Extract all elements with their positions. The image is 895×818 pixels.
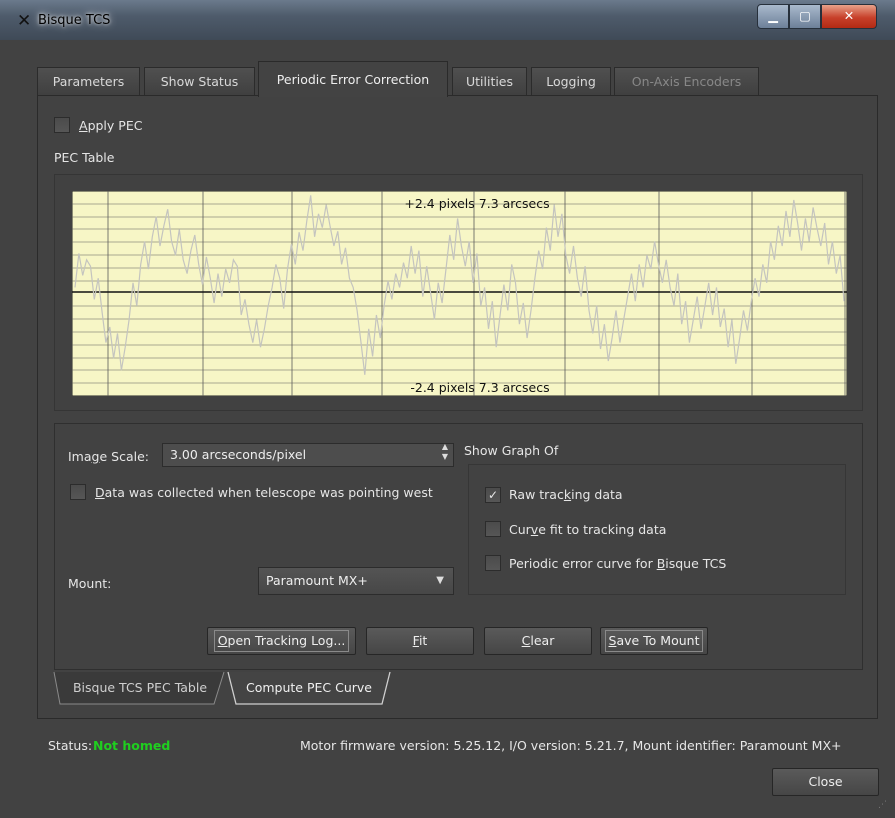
show-graph-title: Show Graph Of [464, 443, 559, 458]
minimize-icon: ▁ [768, 8, 778, 23]
tab-compute-pec-curve[interactable]: Compute PEC Curve [234, 673, 384, 705]
tab-label: Logging [546, 74, 596, 89]
pointing-west-label: Data was collected when telescope was po… [95, 485, 433, 500]
raw-tracking-label: Raw tracking data [509, 487, 623, 502]
tab-label: Periodic Error Correction [276, 72, 430, 87]
button-label: Clear [521, 633, 555, 648]
bottom-annotation: -2.4 pixels 7.3 arcsecs [410, 380, 549, 395]
image-scale-label: Image Scale: [68, 449, 149, 464]
tab-logging[interactable]: Logging [531, 67, 611, 96]
pec-table-label: PEC Table [54, 150, 115, 165]
chevron-down-icon: ▼ [436, 575, 444, 586]
button-label: Open Tracking Log... [213, 630, 350, 652]
periodic-error-curve-checkbox[interactable] [485, 555, 501, 571]
apply-pec-label: Apply PEC [79, 118, 143, 133]
tab-show-status[interactable]: Show Status [144, 67, 255, 96]
button-label: Save To Mount [604, 630, 704, 652]
mount-select[interactable]: Paramount MX+ ▼ [258, 567, 454, 595]
tab-label: Parameters [52, 74, 125, 89]
mount-label: Mount: [68, 576, 112, 591]
image-scale-spinbox[interactable]: 3.00 arcseconds/pixel [162, 443, 454, 467]
curve-fit-checkbox[interactable] [485, 521, 501, 537]
mount-value: Paramount MX+ [266, 573, 368, 588]
tab-label: Utilities [465, 74, 514, 89]
maximize-icon: ▢ [799, 8, 811, 23]
pec-table-chart: +2.4 pixels 7.3 arcsecs -2.4 pixels 7.3 … [72, 191, 847, 396]
periodic-error-curve-label: Periodic error curve for Bisque TCS [509, 556, 727, 571]
spin-down-icon[interactable]: ▼ [438, 452, 452, 462]
tab-label: Show Status [160, 74, 239, 89]
open-tracking-log-button[interactable]: Open Tracking Log... [207, 627, 356, 655]
close-window-button[interactable]: ✕ [821, 4, 877, 29]
spin-up-icon[interactable]: ▲ [438, 442, 452, 452]
window-title: Bisque TCS [38, 13, 111, 28]
pointing-west-checkbox[interactable] [70, 484, 86, 500]
tab-utilities[interactable]: Utilities [452, 67, 527, 96]
clear-button[interactable]: Clear [484, 627, 592, 655]
title-bar[interactable]: ✕ Bisque TCS ▁ ▢ ✕ [0, 0, 895, 40]
tab-periodic-error-correction[interactable]: Periodic Error Correction [258, 61, 448, 97]
tab-parameters[interactable]: Parameters [37, 67, 140, 96]
apply-pec-checkbox[interactable] [54, 117, 70, 133]
minimize-button[interactable]: ▁ [757, 4, 789, 29]
resize-grip-icon[interactable]: ⋰ [878, 800, 887, 810]
tab-label: On-Axis Encoders [631, 74, 742, 89]
firmware-info: Motor firmware version: 5.25.12, I/O ver… [300, 738, 842, 753]
raw-tracking-checkbox[interactable]: ✓ [485, 487, 501, 503]
fit-button[interactable]: Fit [366, 627, 474, 655]
status-label: Status: [48, 738, 93, 753]
save-to-mount-button[interactable]: Save To Mount [600, 627, 708, 655]
tab-bisque-tcs-pec-table[interactable]: Bisque TCS PEC Table [60, 673, 220, 705]
status-value: Not homed [93, 738, 171, 753]
tab-on-axis-encoders: On-Axis Encoders [614, 67, 759, 96]
close-button[interactable]: Close [772, 768, 879, 796]
top-annotation: +2.4 pixels 7.3 arcsecs [404, 196, 549, 211]
spin-buttons[interactable]: ▲ ▼ [438, 442, 452, 468]
x-logo-icon: ✕ [17, 11, 32, 31]
maximize-button[interactable]: ▢ [789, 4, 821, 29]
close-icon: ✕ [843, 8, 855, 23]
bisque-tcs-window: ✕ Bisque TCS ▁ ▢ ✕ Parameters Show Statu… [0, 0, 895, 818]
button-label: Fit [412, 633, 428, 648]
curve-fit-label: Curve fit to tracking data [509, 522, 667, 537]
